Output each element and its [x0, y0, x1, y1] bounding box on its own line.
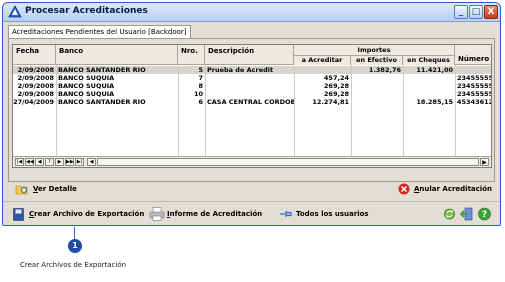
cell-nro: 10 [193, 90, 203, 98]
cell-nro: 8 [198, 82, 203, 90]
callout-caption: Crear Archivos de Exportación [20, 261, 127, 269]
tab-acreditaciones-pendientes[interactable]: Acreditaciones Pendientes del Usuario [B… [8, 25, 191, 39]
scroll-right-button[interactable]: ▶ [480, 158, 489, 166]
table-row[interactable]: 2/09/2008 BANCO SUQUIA 7 457,24 234555555 [13, 74, 491, 82]
acreditaciones-grid: Fecha Banco Nro. Descripción Importes a … [12, 44, 492, 168]
cell-en-efectivo [351, 74, 403, 82]
grid-navigator: |◀ ◀◀ ◀ ? ▶ ▶▶ ▶| ◀ ▶ [13, 156, 491, 167]
cell-numero: 234555555 [457, 82, 491, 90]
cell-en-cheques [403, 82, 455, 90]
refresh-icon[interactable] [443, 207, 456, 221]
cell-a-acreditar: 457,24 [323, 74, 349, 82]
previous-page-button[interactable]: ◀◀ [25, 158, 34, 166]
next-page-button[interactable]: ▶▶ [65, 158, 74, 166]
window-title: Procesar Acreditaciones [25, 6, 148, 16]
folder-search-icon [15, 185, 28, 195]
cell-en-efectivo [351, 82, 403, 90]
column-header-en-efectivo[interactable]: en Efectivo [351, 55, 403, 65]
cell-numero: 234555555 [457, 90, 491, 98]
cell-descripcion [205, 74, 294, 82]
column-header-en-cheques[interactable]: en Cheques [403, 55, 455, 65]
table-row[interactable]: 2/09/2008 BANCO SANTANDER RIO 5 Prueba de A… [13, 66, 491, 74]
maximize-button[interactable]: □ [469, 5, 483, 19]
cell-numero: 453436123 [457, 98, 491, 106]
cell-banco: BANCO SUQUIA [58, 90, 115, 98]
cell-fecha: 27/04/2009 [13, 98, 54, 106]
cell-descripcion [205, 82, 294, 90]
grid-line [455, 65, 456, 167]
cell-banco: BANCO SUQUIA [58, 74, 115, 82]
next-record-button[interactable]: ▶ [55, 158, 64, 166]
procesar-acreditaciones-window: Procesar Acreditaciones _ □ X Acreditaci… [2, 2, 501, 226]
record-indicator: ? [45, 158, 54, 166]
column-group-importes: Importes [294, 45, 455, 55]
cell-en-cheques [403, 90, 455, 98]
cell-descripcion: Prueba de Acredit [207, 66, 274, 74]
column-header-banco[interactable]: Banco [56, 45, 178, 65]
cell-en-cheques: 18.285,15 [416, 98, 453, 106]
cell-en-cheques [403, 74, 455, 82]
column-header-fecha[interactable]: Fecha [13, 45, 56, 65]
cancel-icon [398, 183, 410, 195]
cell-descripcion: CASA CENTRAL CORDOBA [207, 98, 294, 106]
cell-fecha: 2/09/2008 [17, 74, 54, 82]
cell-fecha: 2/09/2008 [17, 90, 54, 98]
column-header-numero[interactable]: Número [455, 45, 491, 65]
pin-icon [280, 211, 292, 217]
cell-en-efectivo [351, 98, 403, 106]
cell-a-acreditar: 12.274,81 [312, 98, 349, 106]
cell-banco: BANCO SUQUIA [58, 82, 115, 90]
cell-nro: 7 [198, 74, 203, 82]
horizontal-scrollbar[interactable] [97, 158, 479, 166]
previous-record-button[interactable]: ◀ [35, 158, 44, 166]
grid-line [56, 65, 57, 167]
grid-line [351, 65, 352, 167]
grid-line [178, 65, 179, 167]
help-icon[interactable]: ? [478, 207, 491, 221]
cell-numero: 234555555 [457, 74, 491, 82]
cell-descripcion [205, 90, 294, 98]
close-button[interactable]: X [484, 5, 498, 19]
cell-banco: BANCO SANTANDER RIO [58, 66, 146, 74]
cell-nro: 6 [198, 98, 203, 106]
scroll-left-button[interactable]: ◀ [87, 158, 96, 166]
cell-en-cheques: 11.421,00 [416, 66, 453, 74]
grid-line [294, 65, 295, 167]
callout-badge: 1 [68, 239, 82, 253]
printer-icon [149, 207, 165, 221]
table-row[interactable]: 2/09/2008 BANCO SUQUIA 8 269,28 234555555 [13, 82, 491, 90]
last-record-button[interactable]: ▶| [75, 158, 84, 166]
cell-nro: 5 [198, 66, 203, 74]
column-header-a-acreditar[interactable]: a Acreditar [294, 55, 351, 65]
cell-fecha: 2/09/2008 [17, 82, 54, 90]
cell-a-acreditar: 269,28 [323, 90, 349, 98]
grid-line [205, 65, 206, 167]
table-row[interactable]: 2/09/2008 BANCO SUQUIA 10 269,28 234555555 [13, 90, 491, 98]
cell-banco: BANCO SANTANDER RIO [58, 98, 146, 106]
app-icon [8, 5, 22, 18]
cell-a-acreditar [294, 66, 351, 74]
cell-fecha: 2/09/2008 [17, 66, 54, 74]
cell-a-acreditar: 269,28 [323, 82, 349, 90]
column-header-nro[interactable]: Nro. [178, 45, 205, 65]
cell-numero [455, 66, 491, 74]
minimize-button[interactable]: _ [454, 5, 468, 19]
first-record-button[interactable]: |◀ [15, 158, 24, 166]
title-bar[interactable]: Procesar Acreditaciones _ □ X [3, 3, 500, 22]
cell-en-efectivo [351, 90, 403, 98]
bottom-toolbar: Crear Archivo de Exportación Informe de … [3, 201, 500, 225]
save-icon [13, 208, 24, 221]
cell-en-efectivo: 1.382,76 [368, 66, 401, 74]
column-header-descripcion[interactable]: Descripción [205, 45, 294, 65]
svg-text:?: ? [482, 210, 487, 220]
exit-icon[interactable] [460, 207, 473, 221]
table-row[interactable]: 27/04/2009 BANCO SANTANDER RIO 6 CASA CENTR… [13, 98, 491, 106]
grid-line [403, 65, 404, 167]
